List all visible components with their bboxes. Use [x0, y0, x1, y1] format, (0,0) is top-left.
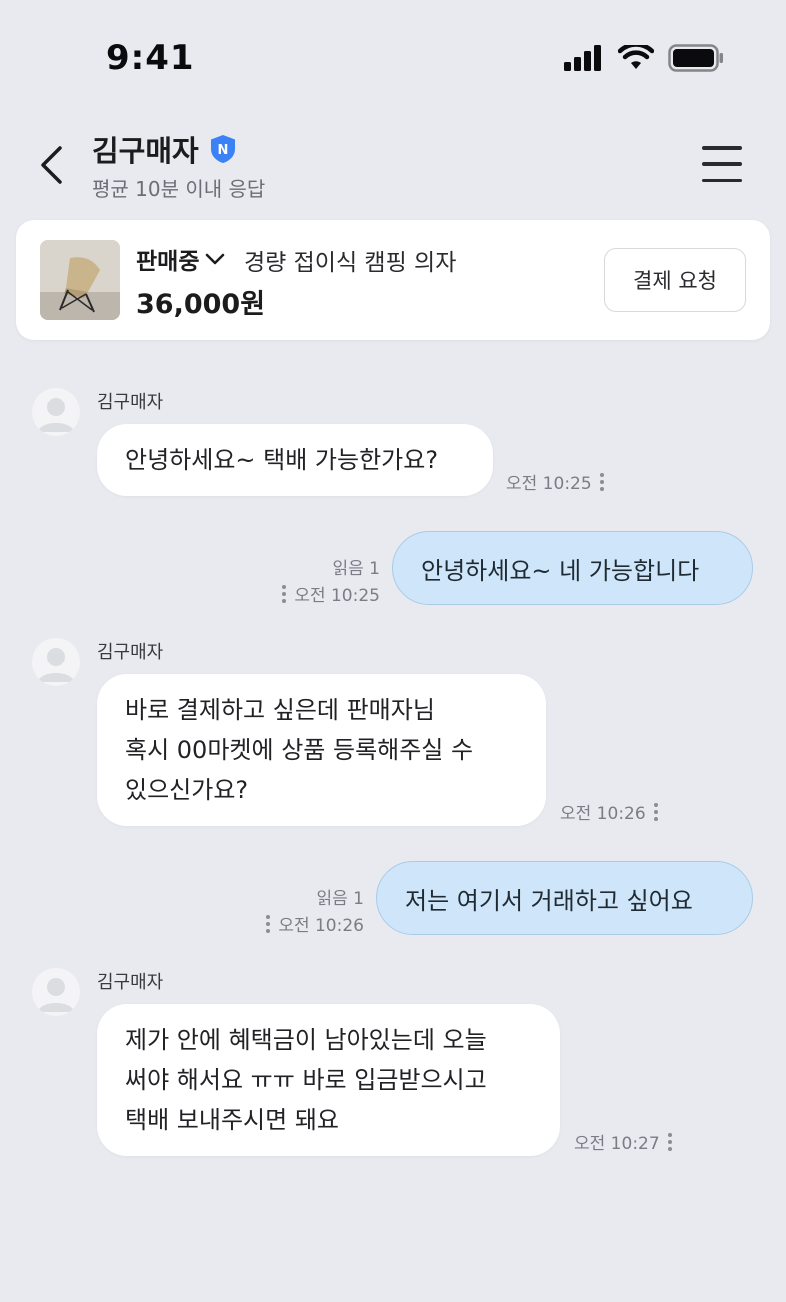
message-line: 있으신가요? [125, 776, 249, 804]
more-options-icon[interactable] [266, 914, 271, 933]
message-meta: 오전 10:26 [560, 799, 658, 824]
verified-badge-icon: N [210, 135, 235, 163]
read-count: 읽음 1 [332, 559, 381, 579]
read-count: 읽음 1 [316, 889, 365, 909]
wifi-icon [618, 45, 654, 69]
product-thumbnail [40, 240, 120, 320]
message-line: 안녕하세요~ 택배 가능한가요? [125, 446, 439, 474]
product-price: 36,000원 [136, 289, 266, 320]
more-options-icon[interactable] [282, 584, 287, 603]
menu-line [702, 178, 742, 182]
menu-line [702, 162, 742, 166]
message-time: 오전 10:27 [574, 1134, 660, 1154]
message-meta: 읽음 1 오전 10:25 [276, 554, 380, 606]
message-line: 혹시 00마켓에 상품 등록해주실 수 [125, 736, 474, 764]
more-options-icon[interactable] [653, 802, 658, 821]
avatar[interactable] [32, 638, 80, 686]
camping-chair-image [40, 240, 120, 320]
menu-button[interactable] [702, 146, 742, 182]
incoming-message-bubble[interactable]: 바로 결제하고 싶은데 판매자님 혹시 00마켓에 상품 등록해주실 수 있으신… [97, 674, 546, 826]
pay-request-button[interactable]: 결제 요청 [604, 248, 746, 312]
message-meta: 오전 10:27 [574, 1129, 672, 1154]
incoming-message-bubble[interactable]: 제가 안에 혜택금이 남아있는데 오늘 써야 해서요 ㅠㅠ 바로 입금받으시고 … [97, 1004, 560, 1156]
message-line: 안녕하세요~ 네 가능합니다 [421, 556, 700, 585]
chat-screen: 9:41 김구매자 N 평균 10분 이내 응답 판매중 경량 접이식 캠핑 의… [0, 0, 786, 1302]
sender-name: 김구매자 [97, 972, 164, 993]
status-time: 9:41 [106, 38, 195, 78]
seller-name: 김구매자 [92, 134, 199, 168]
more-options-icon[interactable] [667, 1132, 672, 1151]
sale-status-dropdown[interactable]: 판매중 [136, 242, 225, 276]
signal-icon [564, 45, 601, 71]
message-line: 써야 해서요 ㅠㅠ 바로 입금받으시고 [125, 1066, 487, 1094]
product-card[interactable]: 판매중 경량 접이식 캠핑 의자 36,000원 결제 요청 [16, 220, 770, 340]
outgoing-message-bubble[interactable]: 저는 여기서 거래하고 싶어요 [376, 861, 753, 935]
message-meta: 오전 10:25 [506, 469, 604, 494]
message-time: 오전 10:26 [278, 916, 364, 936]
incoming-message-bubble[interactable]: 안녕하세요~ 택배 가능한가요? [97, 424, 493, 496]
badge-letter: N [217, 143, 228, 158]
message-line: 저는 여기서 거래하고 싶어요 [405, 886, 693, 915]
menu-line [702, 146, 742, 150]
message-line: 택배 보내주시면 돼요 [125, 1106, 339, 1134]
message-time: 오전 10:26 [560, 804, 646, 824]
product-title: 경량 접이식 캠핑 의자 [244, 250, 457, 276]
user-avatar-icon [38, 398, 74, 432]
user-avatar-icon [38, 978, 74, 1012]
seller-name-row: 김구매자 N [92, 128, 237, 170]
back-button[interactable] [36, 142, 66, 188]
message-meta: 읽음 1 오전 10:26 [258, 884, 364, 936]
message-time: 오전 10:25 [294, 586, 380, 606]
message-time: 오전 10:25 [506, 474, 592, 494]
battery-icon [668, 44, 723, 72]
sender-name: 김구매자 [97, 392, 164, 413]
avatar[interactable] [32, 968, 80, 1016]
message-line: 바로 결제하고 싶은데 판매자님 [125, 696, 435, 724]
user-avatar-icon [38, 648, 74, 682]
avatar[interactable] [32, 388, 80, 436]
status-icons [564, 44, 724, 72]
sender-name: 김구매자 [97, 642, 164, 663]
chevron-left-icon [41, 146, 62, 184]
outgoing-message-bubble[interactable]: 안녕하세요~ 네 가능합니다 [392, 531, 753, 605]
sale-status-label: 판매중 [136, 249, 200, 275]
response-time: 평균 10분 이내 응답 [92, 177, 266, 201]
more-options-icon[interactable] [599, 472, 604, 491]
chevron-down-icon [206, 253, 225, 265]
message-line: 제가 안에 혜택금이 남아있는데 오늘 [125, 1026, 487, 1054]
